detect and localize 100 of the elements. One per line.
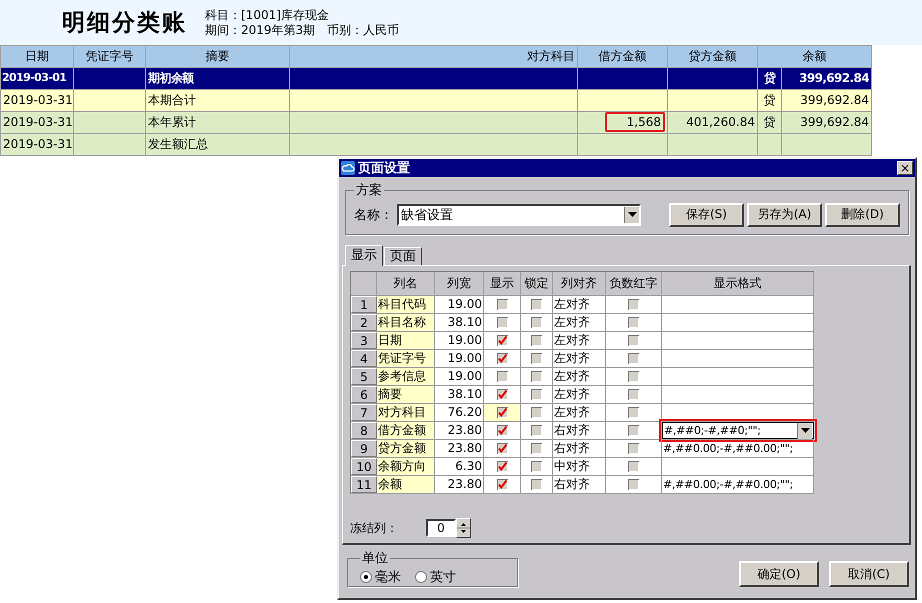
table-cell: 2019-03-31 bbox=[1, 90, 74, 111]
checkbox[interactable] bbox=[531, 371, 542, 382]
row-header[interactable]: 4 bbox=[351, 350, 377, 367]
row-header[interactable]: 1 bbox=[351, 296, 377, 313]
spin-button[interactable] bbox=[456, 518, 471, 538]
radio-button[interactable] bbox=[360, 570, 372, 582]
dialog-button[interactable]: 取消(C) bbox=[829, 561, 909, 587]
ledger-row[interactable]: 2019-03-01 期初余额 贷 399,692.84 bbox=[1, 68, 872, 90]
checkbox[interactable] bbox=[628, 299, 639, 310]
table-cell: 左对齐 bbox=[553, 368, 606, 385]
column-header[interactable]: 显示 bbox=[484, 272, 521, 295]
table-cell: 本年累计 bbox=[146, 112, 290, 133]
table-cell: 借方金额 bbox=[377, 422, 435, 439]
tab[interactable]: 显示 bbox=[345, 245, 383, 266]
row-header[interactable]: 11 bbox=[351, 476, 377, 493]
checkbox[interactable] bbox=[531, 443, 542, 454]
row-header[interactable]: 6 bbox=[351, 386, 377, 403]
checkbox[interactable] bbox=[628, 317, 639, 328]
dropdown-arrow-icon bbox=[628, 212, 636, 217]
column-header[interactable]: 显示格式 bbox=[662, 272, 814, 295]
checkbox[interactable] bbox=[628, 479, 639, 490]
checkbox[interactable] bbox=[531, 461, 542, 472]
table-cell: 发生额汇总 bbox=[146, 134, 290, 155]
checkbox[interactable] bbox=[628, 443, 639, 454]
table-cell: 中对齐 bbox=[553, 458, 606, 475]
row-header[interactable]: 10 bbox=[351, 458, 377, 475]
table-cell: 摘要 bbox=[377, 386, 435, 403]
table-cell: 399,692.84 bbox=[782, 90, 872, 111]
column-header[interactable]: 列宽 bbox=[435, 272, 484, 295]
checkbox[interactable] bbox=[628, 371, 639, 382]
column-header[interactable]: 列对齐 bbox=[553, 272, 606, 295]
table-cell: 本期合计 bbox=[146, 90, 290, 111]
checkbox[interactable] bbox=[531, 389, 542, 400]
checkbox[interactable] bbox=[496, 389, 508, 400]
checkbox[interactable] bbox=[496, 461, 508, 472]
radio-label[interactable]: 英寸 bbox=[430, 568, 456, 586]
checkbox[interactable] bbox=[628, 353, 639, 364]
column-header[interactable]: 负数红字 bbox=[606, 272, 662, 295]
column-header[interactable]: 借方金额 bbox=[578, 46, 668, 67]
table-cell: #,##0.00;-#,##0.00;""; bbox=[662, 476, 814, 493]
column-header[interactable]: 列名 bbox=[377, 272, 435, 295]
checkbox[interactable] bbox=[628, 461, 639, 472]
cloud-icon bbox=[341, 161, 355, 175]
checkbox[interactable] bbox=[628, 425, 639, 436]
checkbox[interactable] bbox=[628, 389, 639, 400]
ledger-row[interactable]: 2019-03-31 本期合计 贷 399,692.84 bbox=[1, 90, 872, 112]
freeze-field[interactable]: 0 bbox=[426, 519, 456, 537]
checkbox[interactable] bbox=[496, 353, 508, 364]
table-cell: 参考信息 bbox=[377, 368, 435, 385]
row-header[interactable]: 8 bbox=[351, 422, 377, 439]
checkbox[interactable] bbox=[496, 443, 508, 454]
subject-label: 科目：[1001]库存现金 bbox=[205, 8, 330, 22]
row-header[interactable]: 7 bbox=[351, 404, 377, 421]
column-header[interactable]: 凭证字号 bbox=[74, 46, 146, 67]
row-header[interactable]: 5 bbox=[351, 368, 377, 385]
column-header[interactable]: 对方科目 bbox=[290, 46, 578, 67]
column-header[interactable]: 日期 bbox=[1, 46, 74, 67]
scheme-button[interactable]: 保存(S) bbox=[669, 202, 744, 226]
checkbox[interactable] bbox=[531, 317, 542, 328]
column-header[interactable]: 摘要 bbox=[146, 46, 290, 67]
checkbox[interactable] bbox=[496, 335, 508, 346]
format-dropdown[interactable]: #,##0;-#,##0;""; bbox=[662, 422, 814, 439]
checkbox[interactable] bbox=[496, 299, 508, 310]
checkbox[interactable] bbox=[531, 425, 542, 436]
checkbox[interactable] bbox=[496, 479, 508, 490]
radio-button[interactable] bbox=[415, 570, 427, 582]
radio-label[interactable]: 毫米 bbox=[375, 568, 401, 586]
checkbox[interactable] bbox=[531, 407, 542, 418]
table-cell: 贷 bbox=[758, 90, 782, 111]
checkbox[interactable] bbox=[496, 317, 508, 328]
period-label: 期间：2019年第3期 bbox=[205, 22, 316, 38]
table-cell: 左对齐 bbox=[553, 332, 606, 349]
checkbox[interactable] bbox=[496, 425, 508, 436]
checkbox[interactable] bbox=[531, 299, 542, 310]
column-header[interactable]: 余额 bbox=[758, 46, 872, 67]
dialog-button[interactable]: 确定(O) bbox=[739, 561, 819, 587]
ledger-row[interactable]: 2019-03-31 发生额汇总 bbox=[1, 134, 872, 156]
checkbox[interactable] bbox=[628, 335, 639, 346]
currency-label: 币别：人民币 bbox=[327, 22, 400, 38]
checkbox[interactable] bbox=[531, 335, 542, 346]
checkbox[interactable] bbox=[531, 479, 542, 490]
checkbox[interactable] bbox=[531, 353, 542, 364]
column-header[interactable]: 锁定 bbox=[521, 272, 553, 295]
ledger-row[interactable]: 2019-03-31 本年累计 1,568 401,260.84 贷 399,692.84 bbox=[1, 112, 872, 134]
table-cell: #,##0.00;-#,##0.00;""; bbox=[662, 440, 814, 457]
scheme-button[interactable]: 删除(D) bbox=[825, 202, 900, 226]
column-header[interactable]: 贷方金额 bbox=[668, 46, 758, 67]
row-header[interactable]: 9 bbox=[351, 440, 377, 457]
scheme-button[interactable]: 另存为(A) bbox=[747, 202, 822, 226]
row-header[interactable]: 2 bbox=[351, 314, 377, 331]
checkbox[interactable] bbox=[628, 407, 639, 418]
table-cell: 401,260.84 bbox=[668, 112, 758, 133]
table-cell: 科目名称 bbox=[377, 314, 435, 331]
checkbox[interactable] bbox=[496, 407, 508, 418]
checkbox[interactable] bbox=[496, 371, 508, 382]
tab[interactable]: 页面 bbox=[384, 247, 422, 265]
row-header[interactable]: 3 bbox=[351, 332, 377, 349]
close-button[interactable]: × bbox=[897, 161, 913, 175]
name-dropdown[interactable]: 缺省设置 bbox=[397, 204, 641, 226]
table-cell: 期初余额 bbox=[146, 68, 290, 89]
